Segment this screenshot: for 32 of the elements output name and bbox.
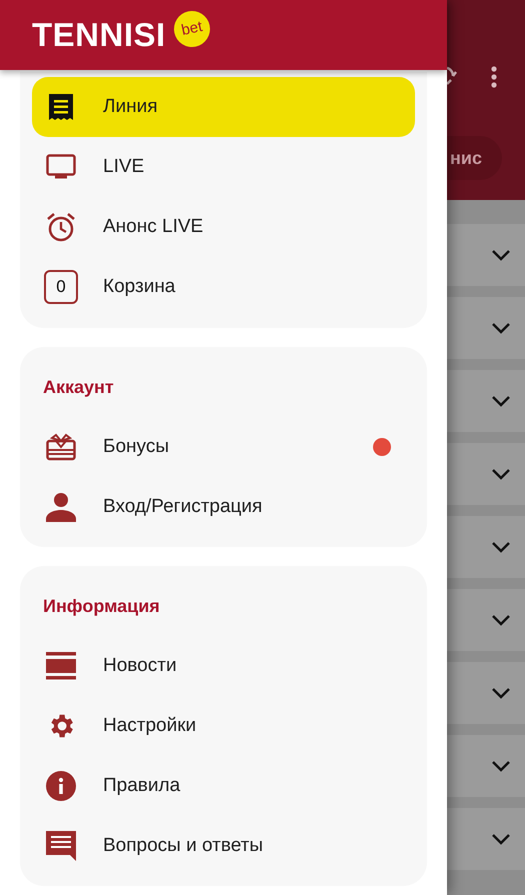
chevron-down-icon[interactable] (491, 322, 511, 334)
news-icon (46, 652, 76, 680)
menu-item[interactable]: Вход/Регистрация (32, 477, 415, 537)
chat-icon (46, 831, 76, 861)
person-icon (45, 492, 77, 522)
menu-item[interactable]: Линия (32, 77, 415, 137)
chevron-down-icon[interactable] (491, 249, 511, 261)
menu-item[interactable]: Настройки (32, 696, 415, 756)
menu-item[interactable]: Бонусы (32, 417, 415, 477)
menu-item[interactable]: Анонс LIVE (32, 197, 415, 257)
chevron-down-icon[interactable] (491, 395, 511, 407)
chevron-down-icon[interactable] (491, 833, 511, 845)
menu-item[interactable]: 0 Корзина (32, 257, 415, 317)
chevron-down-icon[interactable] (491, 687, 511, 699)
tv-icon (46, 154, 76, 180)
menu-item[interactable]: LIVE (32, 137, 415, 197)
chevron-down-icon[interactable] (491, 614, 511, 626)
receipt-icon (47, 93, 75, 121)
chevron-down-icon[interactable] (491, 760, 511, 772)
chevron-down-icon[interactable] (491, 468, 511, 480)
info-icon (46, 771, 76, 801)
section-heading: Аккаунт (42, 376, 115, 399)
menu-item[interactable]: Вопросы и ответы (32, 816, 415, 876)
basket-counter-icon: 0 (44, 270, 78, 304)
menu-item[interactable]: Правила (32, 756, 415, 816)
logo-text: TENNISI (32, 15, 166, 56)
section-heading: Информация (42, 594, 161, 618)
menu-item[interactable]: Новости (32, 636, 415, 696)
more-icon (490, 65, 498, 89)
alarm-clock-icon (46, 212, 76, 242)
gift-icon (46, 433, 76, 461)
chevron-down-icon[interactable] (491, 541, 511, 553)
